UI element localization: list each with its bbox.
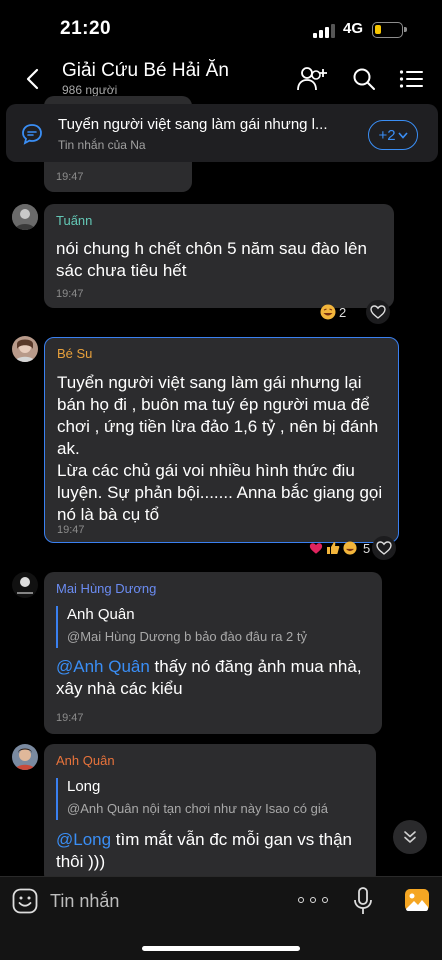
message-line: ak. (57, 439, 80, 458)
sender-name[interactable]: Anh Quân (56, 753, 115, 768)
heart-outline-icon (370, 305, 386, 319)
message-bubble[interactable]: Mai Hùng Dương Anh Quân @Mai Hùng Dương … (44, 572, 382, 734)
double-chevron-down-icon (404, 831, 416, 843)
message-input[interactable] (50, 888, 280, 914)
reaction-badge[interactable]: 5 (309, 537, 370, 559)
pinned-text: Tuyển người việt sang làm gái nhưng l... (58, 116, 328, 133)
laugh-emoji-icon (320, 304, 336, 320)
mention-link[interactable]: @Anh Quân (56, 657, 150, 676)
battery-icon (372, 22, 407, 38)
reaction-badge[interactable]: 2 (320, 301, 346, 323)
add-member-button[interactable] (296, 62, 330, 96)
quote-author: Anh Quân (67, 606, 135, 623)
message-line: @Long tìm mắt vẫn đc mỗi gan vs thận (56, 830, 353, 849)
message-line: bán họ đi , buôn ma tuý ép người mua để (57, 395, 370, 414)
chevron-down-icon (397, 131, 408, 139)
message-bubble[interactable]: Anh Quân Long @Anh Quân nội tạn chơi như… (44, 744, 376, 884)
sender-name[interactable]: Tuấnn (56, 213, 92, 228)
member-count: 986 người (62, 83, 118, 97)
avatar[interactable] (12, 572, 38, 598)
home-indicator (142, 946, 300, 951)
divider (0, 876, 442, 877)
list-menu-icon (399, 70, 423, 88)
more-options-button[interactable] (298, 890, 328, 910)
chat-bubble-icon (22, 124, 42, 145)
avatar[interactable] (12, 744, 38, 770)
message-line: xây nhà các kiểu (56, 679, 183, 698)
add-user-icon (297, 67, 327, 91)
quote-text: @Mai Hùng Dương b bảo đào đâu ra 2 tỷ (67, 629, 308, 644)
dot-icon (298, 897, 304, 903)
message-time: 19:47 (56, 712, 84, 724)
gallery-button[interactable] (404, 888, 430, 912)
avatar[interactable] (12, 204, 38, 230)
reaction-count: 2 (339, 304, 347, 320)
react-heart-button[interactable] (366, 300, 390, 324)
message-time: 19:47 (56, 171, 84, 183)
heart-emoji-icon (309, 542, 323, 554)
message-line: nó là bà cụ tổ (57, 505, 160, 524)
laugh-emoji-icon (343, 541, 357, 555)
microphone-button[interactable] (352, 886, 374, 916)
avatar[interactable] (12, 336, 38, 362)
thumbs-up-emoji-icon (327, 542, 340, 554)
group-title[interactable]: Giải Cứu Bé Hải Ăn (62, 60, 229, 82)
message-time: 19:47 (56, 288, 84, 300)
message-line: chơi , ứng tiền lừa đảo 1,6 tỷ , nên bị … (57, 417, 379, 436)
message-line: nói chung h chết chôn 5 năm sau đào lên (56, 239, 367, 258)
pinned-message-banner[interactable]: Tuyển người việt sang làm gái nhưng l...… (6, 104, 438, 162)
quote-author: Long (67, 778, 101, 795)
message-composer (0, 876, 442, 960)
message-line: thôi ))) (56, 852, 106, 871)
pinned-more-button[interactable]: +2 (368, 120, 418, 150)
emoji-button[interactable] (12, 888, 38, 914)
message-bubble[interactable]: Tuấnn nói chung h chết chôn 5 năm sau đà… (44, 204, 394, 308)
status-bar: 21:20 4G (0, 0, 442, 56)
sender-name[interactable]: Mai Hùng Dương (56, 581, 156, 596)
dot-icon (322, 897, 328, 903)
back-button[interactable] (18, 64, 46, 94)
signal-icon (313, 24, 335, 38)
network-label: 4G (343, 20, 364, 37)
heart-outline-icon (376, 541, 392, 555)
chevron-left-icon (26, 68, 39, 90)
quote-text: @Anh Quân nội tạn chơi như này Isao có g… (67, 801, 328, 816)
dot-icon (310, 897, 316, 903)
reply-quote[interactable]: Anh Quân @Mai Hùng Dương b bảo đào đâu r… (56, 606, 307, 648)
message-line: Lừa các chủ gái voi nhiều hình thức điu (57, 461, 355, 480)
reply-quote[interactable]: Long @Anh Quân nội tạn chơi như này Isao… (56, 778, 328, 820)
pinned-source: Tin nhắn của Na (58, 138, 146, 152)
message-bubble-highlighted[interactable]: Bé Su Tuyển người việt sang làm gái nhưn… (44, 337, 399, 543)
message-line: @Anh Quân thấy nó đăng ảnh mua nhà, (56, 657, 362, 676)
pinned-more-count: +2 (378, 126, 396, 144)
reaction-count: 5 (363, 540, 371, 556)
message-line: luyện. Sự phản bội....... Anna bắc giang… (57, 483, 383, 502)
search-icon (353, 68, 375, 90)
message-time: 19:47 (57, 524, 85, 536)
message-line: Tuyển người việt sang làm gái nhưng lại (57, 373, 362, 392)
scroll-to-bottom-button[interactable] (393, 820, 427, 854)
mention-link[interactable]: @Long (56, 830, 111, 849)
menu-button[interactable] (394, 62, 428, 96)
search-button[interactable] (347, 62, 381, 96)
message-line: sác chưa tiêu hết (56, 261, 187, 280)
status-time: 21:20 (60, 18, 112, 39)
react-heart-button[interactable] (372, 536, 396, 560)
sender-name[interactable]: Bé Su (57, 346, 92, 361)
